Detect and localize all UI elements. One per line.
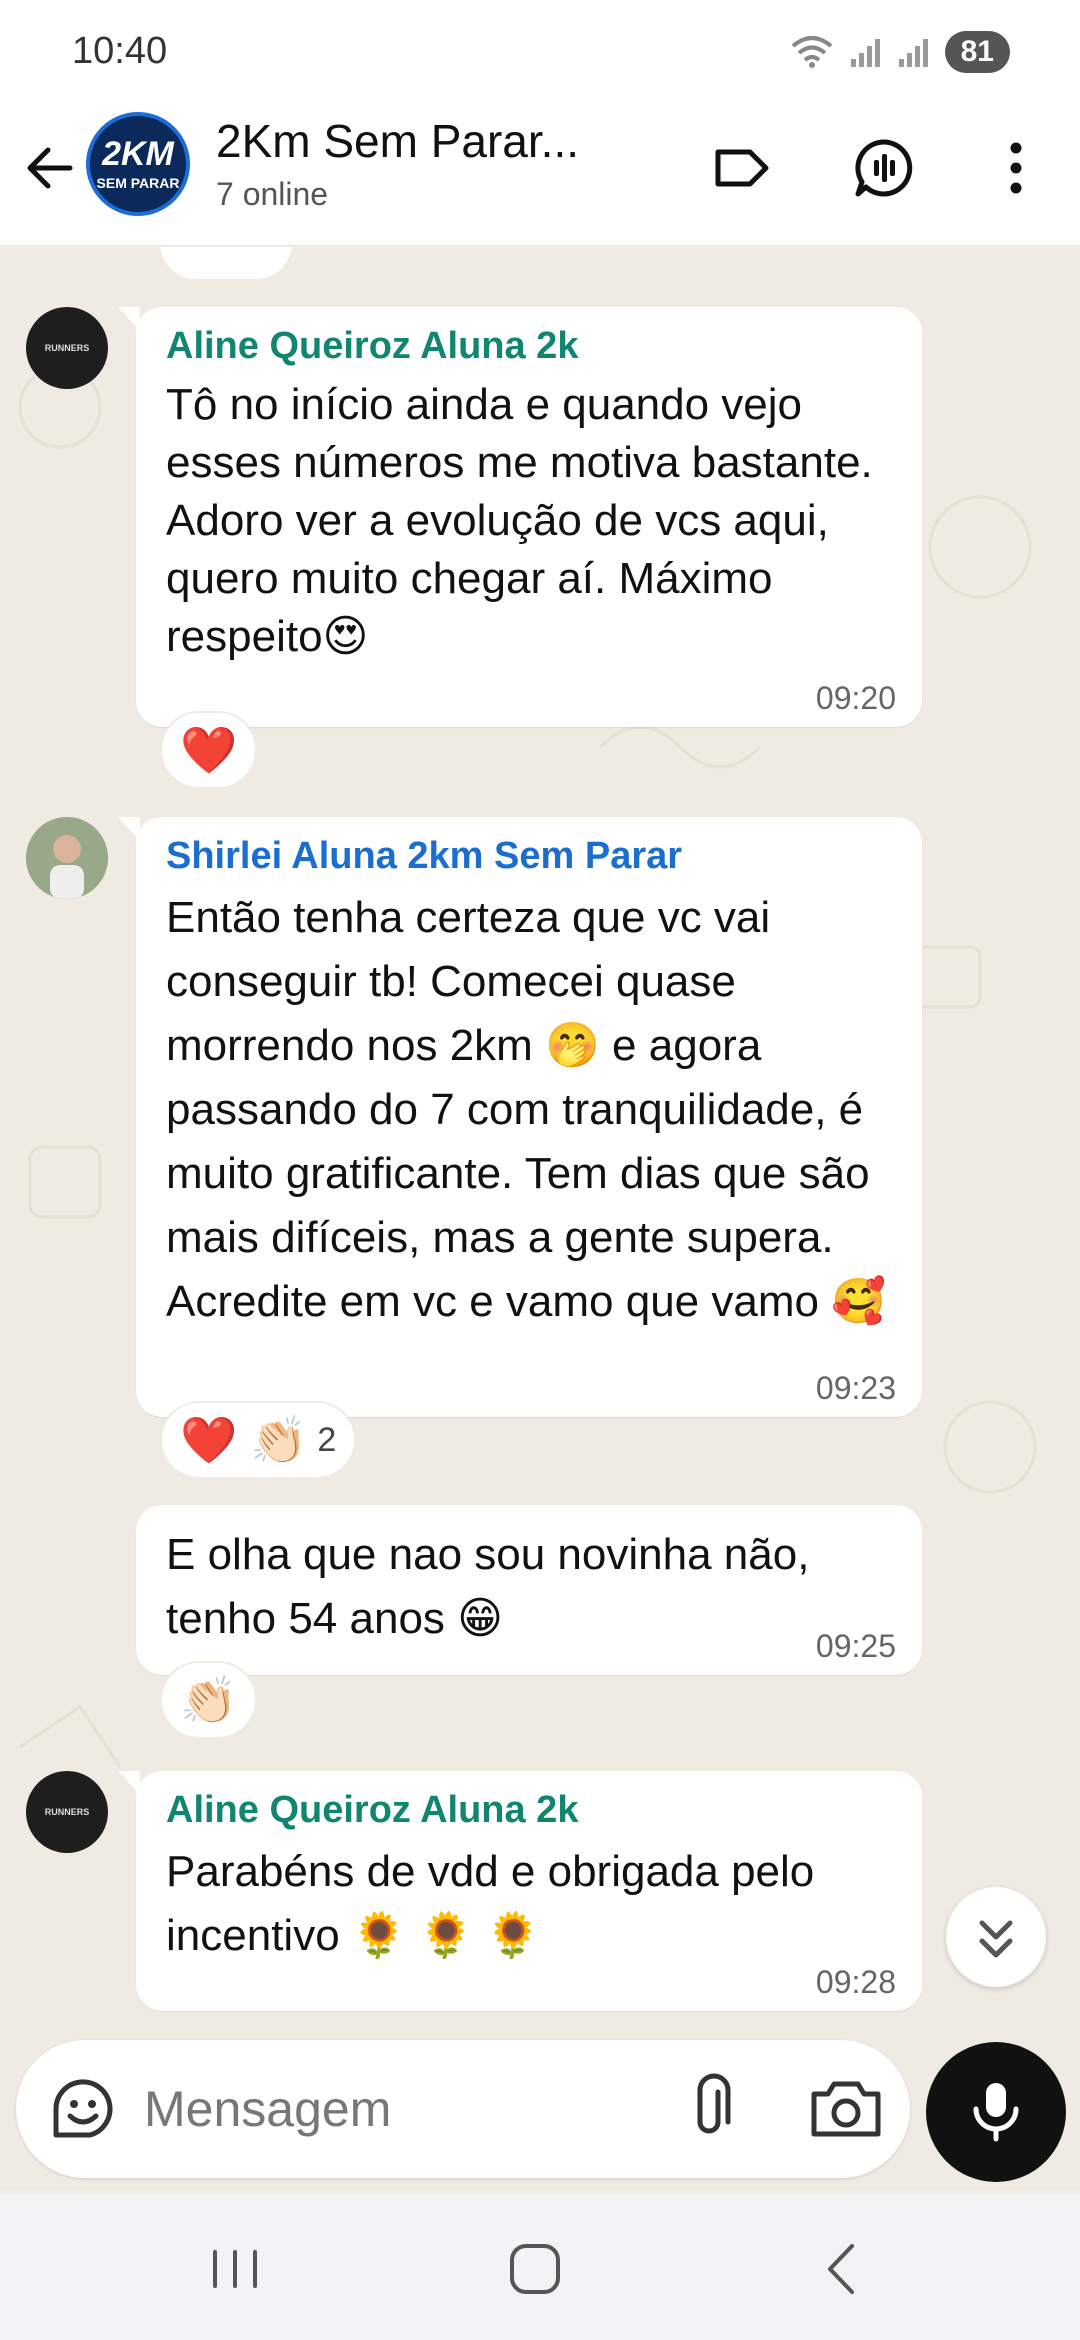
status-icons: 81: [789, 30, 1010, 74]
message-bubble[interactable]: Aline Queiroz Aluna 2k Tô no início aind…: [118, 307, 922, 727]
chat-header: 2KM SEM PARAR 2Km Sem Parar... 7 online: [0, 100, 1080, 246]
nav-back-icon[interactable]: [808, 2234, 878, 2304]
reaction-pill[interactable]: 👏🏻: [160, 1661, 258, 1739]
message-time: 09:25: [815, 1628, 896, 1664]
message-bubble[interactable]: E olha que nao sou novinha não, tenho 54…: [136, 1505, 922, 1675]
group-title[interactable]: 2Km Sem Parar...: [216, 114, 579, 168]
message-bubble[interactable]: Aline Queiroz Aluna 2k Parabéns de vdd e…: [118, 1771, 922, 2011]
message-text: Então tenha certeza que vc vai conseguir…: [166, 893, 886, 1326]
message-time: 09:20: [815, 680, 896, 716]
message-input[interactable]: [144, 2074, 664, 2144]
camera-icon[interactable]: [806, 2072, 886, 2146]
message-sender[interactable]: Aline Queiroz Aluna 2k: [166, 325, 892, 368]
reaction-count: 2: [317, 1420, 337, 1459]
status-bar: 10:40 81: [0, 0, 1080, 100]
system-nav-bar: [0, 2194, 1080, 2340]
more-vert-icon[interactable]: [984, 136, 1048, 200]
message-bubble[interactable]: Shirlei Aluna 2km Sem Parar Então tenha …: [118, 817, 922, 1417]
message-text: Parabéns de vdd e obrigada pelo incentiv…: [166, 1847, 815, 1960]
avatar-photo: [26, 817, 108, 899]
avatar[interactable]: [26, 817, 108, 899]
mic-icon: [973, 2083, 1019, 2142]
message-text: E olha que nao sou novinha não, tenho 54…: [166, 1530, 810, 1643]
voice-chat-icon[interactable]: [852, 136, 916, 200]
avatar[interactable]: RUNNERS: [26, 1771, 108, 1853]
label-icon[interactable]: [710, 136, 774, 200]
home-icon[interactable]: [500, 2234, 570, 2304]
message-sender[interactable]: Aline Queiroz Aluna 2k: [166, 1789, 892, 1832]
online-count: 7 online: [216, 176, 329, 212]
message-time: 09:23: [815, 1370, 896, 1406]
status-time: 10:40: [72, 30, 168, 72]
group-avatar[interactable]: 2KM SEM PARAR: [86, 112, 190, 216]
recent-apps-icon[interactable]: [200, 2234, 270, 2304]
message-sender[interactable]: Shirlei Aluna 2km Sem Parar: [166, 835, 892, 878]
avatar[interactable]: RUNNERS: [26, 307, 108, 389]
reaction-pill[interactable]: ❤️ 👏🏻 2: [160, 1401, 357, 1479]
mic-button[interactable]: [926, 2042, 1066, 2182]
battery-indicator: 81: [944, 31, 1010, 73]
reaction-emoji: 👏🏻: [180, 1673, 238, 1726]
message-time: 09:28: [815, 1964, 896, 2000]
message-composer: [16, 2040, 910, 2178]
sticker-icon[interactable]: [46, 2072, 120, 2146]
reaction-emoji: ❤️: [180, 723, 238, 776]
message-text: Tô no início ainda e quando vejo esses n…: [166, 380, 873, 661]
reaction-emoji: ❤️ 👏🏻: [180, 1413, 308, 1466]
signal-icon: [850, 39, 880, 67]
reaction-pill[interactable]: ❤️: [160, 711, 258, 789]
signal-icon-2: [898, 39, 928, 67]
chevron-double-down-icon: [979, 1920, 1013, 1958]
paperclip-icon[interactable]: [672, 2072, 746, 2146]
arrow-left-icon[interactable]: [20, 136, 80, 200]
wifi-icon: [791, 36, 832, 68]
scroll-to-bottom-button[interactable]: [946, 1887, 1046, 1987]
chat-area[interactable]: RUNNERS Aline Queiroz Aluna 2k Tô no iní…: [0, 247, 1080, 2040]
reaction-pill-partial[interactable]: [160, 247, 292, 279]
